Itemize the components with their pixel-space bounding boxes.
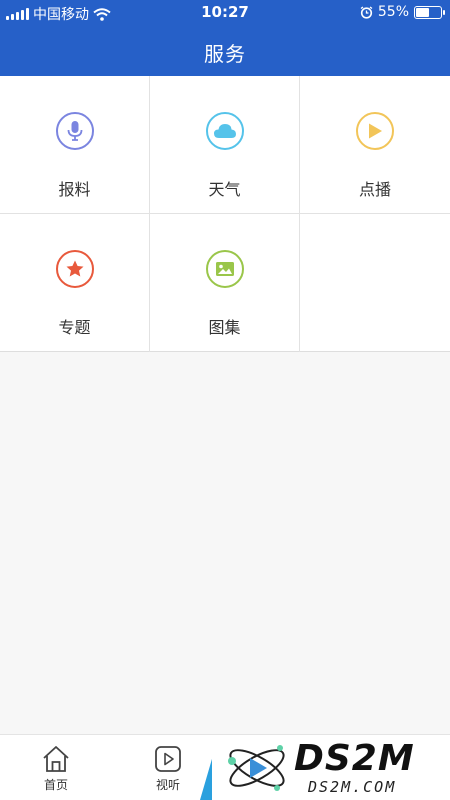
- service-topics[interactable]: 专题: [0, 214, 150, 352]
- service-weather[interactable]: 天气: [150, 76, 300, 214]
- top-bar: 中国移动 10:27 55% 服务: [0, 0, 450, 76]
- service-vod[interactable]: 点播: [300, 76, 450, 214]
- tab-label: 视听: [155, 778, 180, 792]
- service-label: 专题: [58, 318, 91, 337]
- watermark-logo-text: DS2M: [294, 738, 415, 779]
- tab-home[interactable]: 首页: [26, 745, 86, 793]
- battery-icon: [414, 5, 445, 19]
- icon-ring: [205, 112, 244, 150]
- battery-percent: 55%: [377, 4, 409, 20]
- icon-ring: [205, 250, 244, 288]
- image-icon: [215, 262, 234, 276]
- star-icon: [66, 260, 83, 277]
- service-report[interactable]: 报料: [0, 76, 150, 214]
- service-gallery[interactable]: 图集: [150, 214, 300, 352]
- empty-cell: [300, 214, 450, 352]
- service-label: 点播: [358, 180, 391, 199]
- atom-logo-icon: [228, 745, 285, 791]
- video-play-icon: [155, 746, 181, 772]
- service-label: 图集: [208, 318, 241, 337]
- icon-ring: [55, 250, 94, 288]
- battery-fill: [416, 7, 430, 17]
- microphone-icon: [67, 121, 82, 141]
- icon-ring: [356, 112, 394, 150]
- watermark-site-text: DS2M.COM: [308, 778, 397, 796]
- icon-ring: [55, 112, 94, 150]
- alarm-icon: [360, 5, 373, 19]
- service-label: 天气: [208, 180, 241, 199]
- services-grid: 报料 天气 点播 专题 图集: [0, 76, 450, 352]
- page-title: 服务: [204, 42, 246, 66]
- service-label: 报料: [58, 180, 91, 199]
- status-bar: 中国移动 10:27 55%: [0, 0, 450, 24]
- status-right: 55%: [360, 4, 445, 20]
- play-icon: [369, 123, 382, 139]
- watermark: DS2M DS2M.COM: [212, 736, 450, 800]
- cloud-icon: [213, 124, 236, 138]
- tab-media[interactable]: 视听: [138, 745, 198, 793]
- home-icon: [43, 746, 69, 772]
- tab-label: 首页: [43, 778, 68, 792]
